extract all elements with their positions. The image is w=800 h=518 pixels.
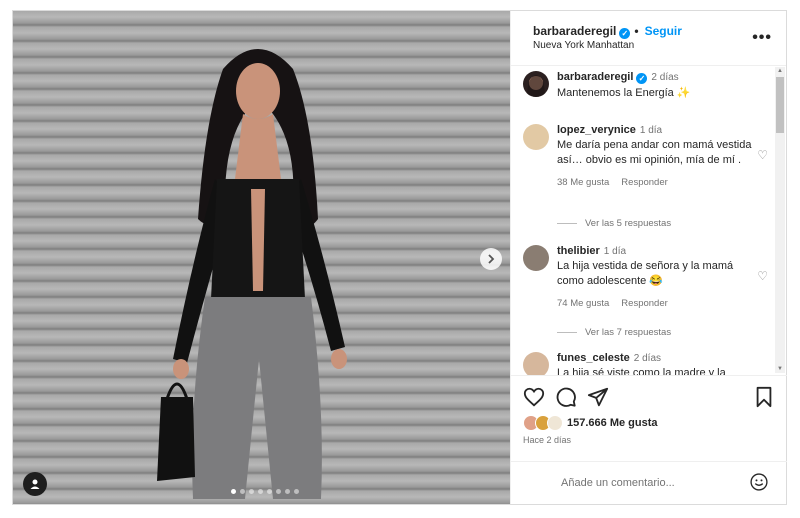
- likes-count[interactable]: 157.666 Me gusta: [567, 417, 658, 429]
- comment-user: barbaraderegil ✓ 2 días: [557, 71, 757, 84]
- carousel-dot: [240, 489, 245, 494]
- avatar[interactable]: [523, 124, 549, 150]
- comment-meta: 74 Me gusta Responder: [557, 298, 757, 309]
- emoji-icon[interactable]: [749, 472, 769, 492]
- reply-button[interactable]: Responder: [621, 298, 667, 309]
- comment-likes[interactable]: 38 Me gusta: [557, 177, 609, 188]
- comment-meta: 38 Me gusta Responder: [557, 177, 757, 188]
- comment-time[interactable]: 2 días: [634, 353, 661, 364]
- comments-list: barbaraderegil ✓ 2 días Mantenemos la Ener…: [511, 65, 787, 375]
- comment-likes[interactable]: 74 Me gusta: [557, 298, 609, 309]
- comment-username[interactable]: thelibier: [557, 245, 600, 257]
- scroll-up-icon[interactable]: ▲: [777, 68, 783, 74]
- comment-username[interactable]: barbaraderegil: [557, 71, 633, 83]
- verified-icon: ✓: [619, 28, 631, 39]
- comment-input[interactable]: [559, 476, 743, 490]
- comment-icon[interactable]: [555, 386, 577, 408]
- avatar[interactable]: [523, 71, 549, 97]
- carousel-dot: [258, 489, 263, 494]
- user-icon: [30, 479, 40, 489]
- scroll-thumb[interactable]: [776, 77, 784, 133]
- person-figure: [157, 49, 347, 499]
- verified-icon: ✓: [636, 73, 648, 84]
- post-author: barbaraderegil ✓ • Seguir: [533, 24, 682, 39]
- carousel-dot: [276, 489, 281, 494]
- post-location[interactable]: Nueva York Manhattan: [533, 40, 634, 51]
- comment-body: thelibier 1 día La hija vestida de señora…: [557, 245, 757, 309]
- post-timestamp[interactable]: Hace 2 días: [523, 435, 571, 445]
- comments-scrollbar[interactable]: ▲ ▼: [775, 67, 785, 373]
- reply-button[interactable]: Responder: [621, 177, 667, 188]
- post-modal: barbaraderegil ✓ • Seguir Nueva York Manhat…: [12, 10, 787, 505]
- liker-avatar: [547, 415, 563, 431]
- save-icon[interactable]: [753, 386, 775, 408]
- carousel-dot: [294, 489, 299, 494]
- comment-text: Me daría pena andar con mamá vestida así…: [557, 139, 752, 166]
- scroll-down-icon[interactable]: ▼: [777, 366, 783, 372]
- comment-user: funes_celeste 2 días: [557, 352, 757, 364]
- carousel-indicator: [231, 489, 299, 494]
- comment-body: lopez_verynice 1 día Me daría pena andar …: [557, 124, 757, 188]
- carousel-dot: [285, 489, 290, 494]
- comment-body: funes_celeste 2 días La hija sé viste com…: [557, 352, 757, 375]
- post-actions: 157.666 Me gusta Hace 2 días: [511, 375, 787, 462]
- post-username[interactable]: barbaraderegil: [533, 24, 616, 38]
- like-comment-icon[interactable]: ♡: [757, 148, 768, 162]
- caption-body: barbaraderegil ✓ 2 días Mantenemos la Ener…: [557, 71, 757, 101]
- avatar[interactable]: [523, 245, 549, 271]
- follow-button[interactable]: Seguir: [645, 24, 682, 38]
- view-replies-button[interactable]: Ver las 7 respuestas: [557, 327, 671, 338]
- post-header: barbaraderegil ✓ • Seguir Nueva York Manhat…: [511, 11, 786, 66]
- comment-user: thelibier 1 día: [557, 245, 757, 257]
- carousel-next-button[interactable]: [480, 248, 502, 270]
- add-comment-bar: [511, 461, 787, 505]
- comment-user: lopez_verynice 1 día: [557, 124, 757, 136]
- view-replies-button[interactable]: Ver las 5 respuestas: [557, 218, 671, 229]
- comment-username[interactable]: lopez_verynice: [557, 124, 636, 136]
- avatar-image: [527, 75, 545, 97]
- comment-username[interactable]: funes_celeste: [557, 352, 630, 364]
- carousel-dot: [267, 489, 272, 494]
- comment-time[interactable]: 1 día: [640, 125, 662, 136]
- comment-time[interactable]: 2 días: [651, 72, 678, 83]
- carousel-dot: [231, 489, 236, 494]
- post-side-panel: barbaraderegil ✓ • Seguir Nueva York Manhat…: [510, 11, 787, 505]
- separator: •: [634, 24, 639, 38]
- more-options-icon[interactable]: •••: [752, 29, 772, 47]
- tagged-users-button[interactable]: [23, 472, 47, 496]
- likes-row[interactable]: 157.666 Me gusta: [523, 415, 658, 431]
- post-photo[interactable]: [13, 11, 510, 504]
- comment-time[interactable]: 1 día: [604, 246, 626, 257]
- avatar[interactable]: [523, 352, 549, 375]
- share-icon[interactable]: [587, 386, 609, 408]
- comment-text: La hija vestida de señora y la mamá como…: [557, 260, 734, 287]
- carousel-dot: [249, 489, 254, 494]
- comment-text: La hija sé viste como la madre y la: [557, 367, 726, 375]
- comment-text: Mantenemos la Energía ✨: [557, 87, 691, 99]
- heart-icon[interactable]: [523, 386, 545, 408]
- chevron-right-icon: [488, 254, 495, 264]
- like-comment-icon[interactable]: ♡: [757, 269, 768, 283]
